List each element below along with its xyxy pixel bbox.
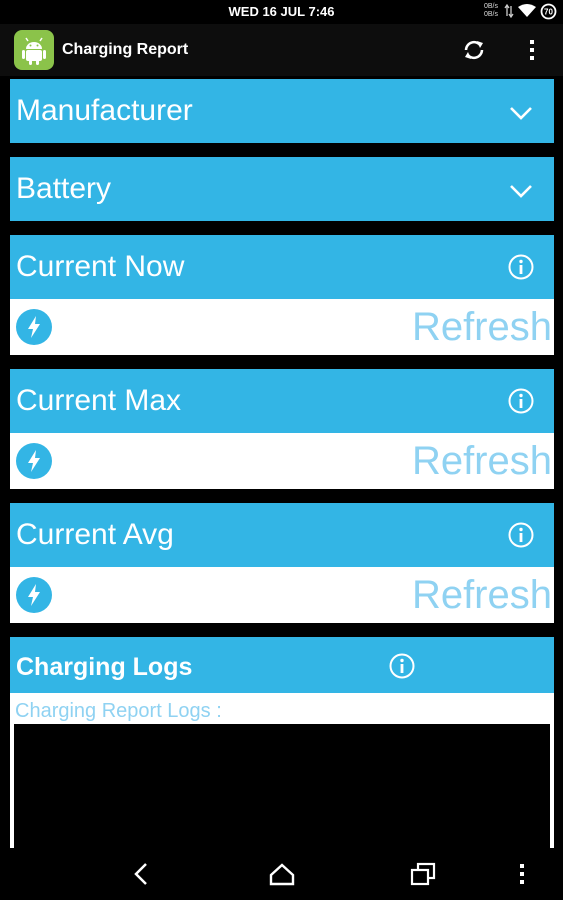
- charging-logs-title: Charging Logs: [16, 653, 193, 681]
- manufacturer-title: Manufacturer: [16, 94, 193, 127]
- sync-icon: [464, 40, 484, 60]
- lightning-bolt-icon: [16, 577, 52, 613]
- current-avg-body: Refresh: [10, 567, 554, 623]
- current-max-card: Current Max Refresh: [10, 369, 554, 489]
- charging-logs-label: Charging Report Logs :: [15, 700, 222, 722]
- info-icon[interactable]: [507, 387, 535, 415]
- network-speed: 0B/s 0B/s: [484, 3, 498, 19]
- manufacturer-header[interactable]: Manufacturer: [10, 79, 554, 143]
- info-icon[interactable]: [507, 253, 535, 281]
- android-robot-icon: [22, 37, 46, 65]
- lightning-bolt-icon: [16, 443, 52, 479]
- current-avg-refresh-button[interactable]: Refresh: [412, 569, 552, 621]
- recent-apps-button[interactable]: [406, 860, 440, 888]
- charging-logs-output[interactable]: [14, 724, 550, 864]
- recent-apps-icon: [410, 862, 436, 886]
- charging-logs-card: Charging Logs Charging Report Logs :: [10, 637, 554, 864]
- current-now-header: Current Now: [10, 235, 554, 299]
- back-arrow-icon: [134, 863, 147, 885]
- status-bar: WED 16 JUL 7:46 0B/s 0B/s 70: [0, 0, 563, 24]
- overflow-dots-icon: [530, 40, 534, 60]
- battery-card: Battery: [10, 157, 554, 221]
- back-button[interactable]: [124, 860, 158, 888]
- current-avg-title: Current Avg: [16, 518, 174, 551]
- upload-speed: 0B/s: [484, 3, 499, 10]
- chevron-down-icon: [510, 107, 532, 120]
- battery-level: 70: [544, 8, 553, 17]
- current-max-title: Current Max: [16, 384, 182, 417]
- info-icon[interactable]: [507, 521, 535, 549]
- app-icon[interactable]: [14, 30, 54, 70]
- app-title: Charging Report: [62, 41, 189, 58]
- action-bar: Charging Report: [0, 24, 563, 76]
- charging-logs-header: Charging Logs: [10, 637, 554, 693]
- current-max-refresh-button[interactable]: Refresh: [412, 435, 552, 487]
- overflow-dots-icon: [520, 864, 524, 884]
- home-icon: [269, 863, 295, 886]
- info-icon[interactable]: [388, 652, 416, 680]
- wifi-icon: [518, 4, 536, 17]
- overflow-menu-button[interactable]: [516, 34, 548, 66]
- home-button[interactable]: [265, 860, 299, 888]
- current-now-card: Current Now Refresh: [10, 235, 554, 355]
- charging-logs-body: Charging Report Logs :: [10, 693, 554, 864]
- current-avg-card: Current Avg Refresh: [10, 503, 554, 623]
- download-speed: 0B/s: [484, 11, 499, 18]
- chevron-down-icon: [510, 185, 532, 198]
- current-avg-header: Current Avg: [10, 503, 554, 567]
- data-arrows-icon: [504, 4, 514, 18]
- current-now-body: Refresh: [10, 299, 554, 355]
- nav-overflow-button[interactable]: [505, 860, 539, 888]
- battery-title: Battery: [16, 172, 112, 205]
- sync-button[interactable]: [458, 34, 490, 66]
- navigation-bar: [0, 848, 563, 900]
- lightning-bolt-icon: [16, 309, 52, 345]
- battery-icon: 70: [540, 3, 557, 20]
- status-clock: WED 16 JUL 7:46: [228, 4, 335, 19]
- current-now-refresh-button[interactable]: Refresh: [412, 301, 552, 353]
- manufacturer-card: Manufacturer: [10, 79, 554, 143]
- current-max-header: Current Max: [10, 369, 554, 433]
- battery-header[interactable]: Battery: [10, 157, 554, 221]
- current-now-title: Current Now: [16, 250, 185, 283]
- main-content: Manufacturer Battery Current Now Refresh…: [0, 76, 563, 864]
- current-max-body: Refresh: [10, 433, 554, 489]
